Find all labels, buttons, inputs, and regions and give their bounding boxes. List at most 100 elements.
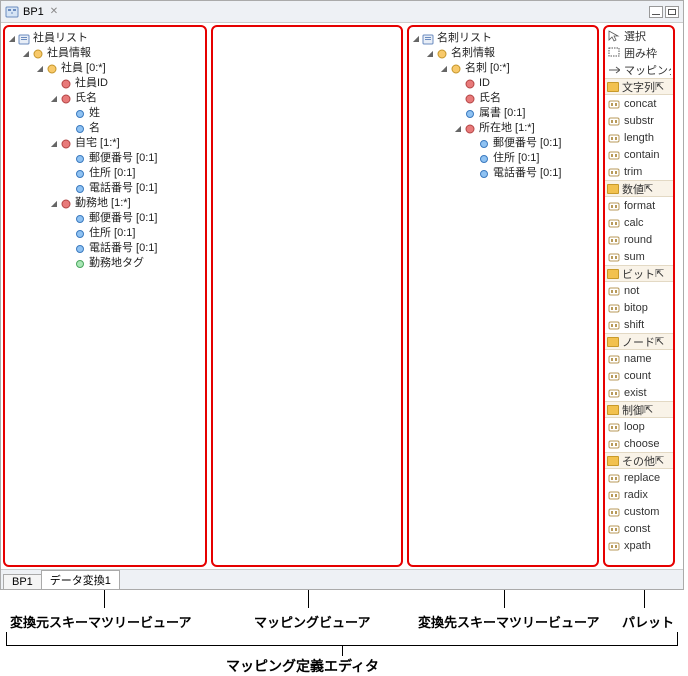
tree-node[interactable]: ◢自宅 [1:*] xyxy=(49,136,203,151)
palette-category-bit[interactable]: ビット⇱ xyxy=(605,265,673,282)
tree-node[interactable]: ◢名刺情報 xyxy=(425,46,595,61)
function-icon xyxy=(607,149,621,161)
palette-item-format[interactable]: format xyxy=(605,197,673,214)
source-schema-panel: ◢社員リスト ◢社員情報 ◢社員 [0:*] 社員ID ◢氏名 姓 名 ◢自宅 … xyxy=(3,25,207,567)
function-icon xyxy=(607,506,621,518)
tab-close-icon[interactable]: ✕ xyxy=(50,6,58,17)
tree-node[interactable]: ◢社員 [0:*] xyxy=(35,61,203,76)
tree-node[interactable]: ◢所在地 [1:*] xyxy=(453,121,595,136)
tab-bp1[interactable]: BP1 xyxy=(3,574,42,589)
palette-item-length[interactable]: length xyxy=(605,129,673,146)
annotation-mapping: マッピングビューア xyxy=(254,612,370,631)
annotation-source: 変換元スキーマツリービューア xyxy=(10,612,191,631)
palette-category-other[interactable]: その他⇱ xyxy=(605,452,673,469)
tree-node[interactable]: 住所 [0:1] xyxy=(63,166,203,181)
pin-icon: ⇱ xyxy=(655,80,664,93)
tab-data-transform[interactable]: データ変換1 xyxy=(41,570,120,589)
palette-item-replace[interactable]: replace xyxy=(605,469,673,486)
tree-node[interactable]: 姓 xyxy=(63,106,203,121)
function-icon xyxy=(607,166,621,178)
function-icon xyxy=(607,353,621,365)
palette-item-concat[interactable]: concat xyxy=(605,95,673,112)
function-icon xyxy=(607,319,621,331)
palette-item-loop[interactable]: loop xyxy=(605,418,673,435)
tree-node[interactable]: ◢勤務地 [1:*] xyxy=(49,196,203,211)
maximize-button[interactable] xyxy=(665,6,679,18)
tag-icon xyxy=(74,258,86,270)
palette-tool-frame[interactable]: 囲み枠 xyxy=(605,44,673,61)
tree-node-root[interactable]: ◢名刺リスト xyxy=(411,31,595,46)
function-icon xyxy=(607,302,621,314)
palette-item-name[interactable]: name xyxy=(605,350,673,367)
palette-item-const[interactable]: const xyxy=(605,520,673,537)
tree-node-root[interactable]: ◢社員リスト xyxy=(7,31,203,46)
function-icon xyxy=(607,421,621,433)
tab-title[interactable]: BP1 xyxy=(23,6,44,18)
element-icon xyxy=(60,138,72,150)
attribute-icon xyxy=(74,243,86,255)
element-icon xyxy=(60,78,72,90)
annotation-destination: 変換先スキーマツリービューア xyxy=(418,612,599,631)
function-icon xyxy=(607,200,621,212)
palette-tool-select[interactable]: 選択 xyxy=(605,27,673,44)
tree-node[interactable]: 名 xyxy=(63,121,203,136)
palette-tool-mapping[interactable]: マッピング xyxy=(605,61,673,78)
tree-node[interactable]: 住所 [0:1] xyxy=(63,226,203,241)
palette-item-shift[interactable]: shift xyxy=(605,316,673,333)
element-icon xyxy=(436,48,448,60)
element-icon xyxy=(464,93,476,105)
palette-item-substr[interactable]: substr xyxy=(605,112,673,129)
tree-node[interactable]: 電話番号 [0:1] xyxy=(467,166,595,181)
tree-node[interactable]: 電話番号 [0:1] xyxy=(63,241,203,256)
tree-node[interactable]: 氏名 xyxy=(453,91,595,106)
palette-item-choose[interactable]: choose xyxy=(605,435,673,452)
frame-icon xyxy=(607,47,621,59)
element-icon xyxy=(60,93,72,105)
palette-item-exist[interactable]: exist xyxy=(605,384,673,401)
tree-node[interactable]: 属書 [0:1] xyxy=(453,106,595,121)
tree-node[interactable]: 勤務地タグ xyxy=(63,256,203,271)
palette-item-custom[interactable]: custom xyxy=(605,503,673,520)
tree-node[interactable]: 郵便番号 [0:1] xyxy=(467,136,595,151)
palette-category-node[interactable]: ノード⇱ xyxy=(605,333,673,350)
palette-category-number[interactable]: 数値⇱ xyxy=(605,180,673,197)
folder-icon xyxy=(607,184,619,194)
palette-item-not[interactable]: not xyxy=(605,282,673,299)
element-icon xyxy=(32,48,44,60)
palette-item-sum[interactable]: sum xyxy=(605,248,673,265)
palette-item-trim[interactable]: trim xyxy=(605,163,673,180)
folder-icon xyxy=(607,456,619,466)
palette-item-xpath[interactable]: xpath xyxy=(605,537,673,554)
tree-node[interactable]: 電話番号 [0:1] xyxy=(63,181,203,196)
palette-item-round[interactable]: round xyxy=(605,231,673,248)
palette-category-control[interactable]: 制御⇱ xyxy=(605,401,673,418)
element-icon xyxy=(464,123,476,135)
attribute-icon xyxy=(74,123,86,135)
editor-body: ◢社員リスト ◢社員情報 ◢社員 [0:*] 社員ID ◢氏名 姓 名 ◢自宅 … xyxy=(1,23,683,569)
attribute-icon xyxy=(74,153,86,165)
element-icon xyxy=(46,63,58,75)
tree-node[interactable]: ◢氏名 xyxy=(49,91,203,106)
tree-node[interactable]: 郵便番号 [0:1] xyxy=(63,151,203,166)
palette-item-count[interactable]: count xyxy=(605,367,673,384)
tree-node[interactable]: ◢名刺 [0:*] xyxy=(439,61,595,76)
palette-item-contain[interactable]: contain xyxy=(605,146,673,163)
attribute-icon xyxy=(74,228,86,240)
tree-node[interactable]: 郵便番号 [0:1] xyxy=(63,211,203,226)
attribute-icon xyxy=(478,138,490,150)
minimize-button[interactable] xyxy=(649,6,663,18)
mapping-panel[interactable] xyxy=(211,25,403,567)
tree-node[interactable]: ◢社員情報 xyxy=(21,46,203,61)
tree-node[interactable]: 住所 [0:1] xyxy=(467,151,595,166)
source-tree[interactable]: ◢社員リスト ◢社員情報 ◢社員 [0:*] 社員ID ◢氏名 姓 名 ◢自宅 … xyxy=(5,27,205,275)
palette-item-radix[interactable]: radix xyxy=(605,486,673,503)
palette-item-calc[interactable]: calc xyxy=(605,214,673,231)
tree-node[interactable]: 社員ID xyxy=(49,76,203,91)
tree-node[interactable]: ID xyxy=(453,76,595,91)
attribute-icon xyxy=(74,108,86,120)
attribute-icon xyxy=(74,213,86,225)
palette-category-string[interactable]: 文字列⇱ xyxy=(605,78,673,95)
function-icon xyxy=(607,251,621,263)
palette-item-bitop[interactable]: bitop xyxy=(605,299,673,316)
destination-tree[interactable]: ◢名刺リスト ◢名刺情報 ◢名刺 [0:*] ID 氏名 属書 [0:1] ◢所… xyxy=(409,27,597,185)
